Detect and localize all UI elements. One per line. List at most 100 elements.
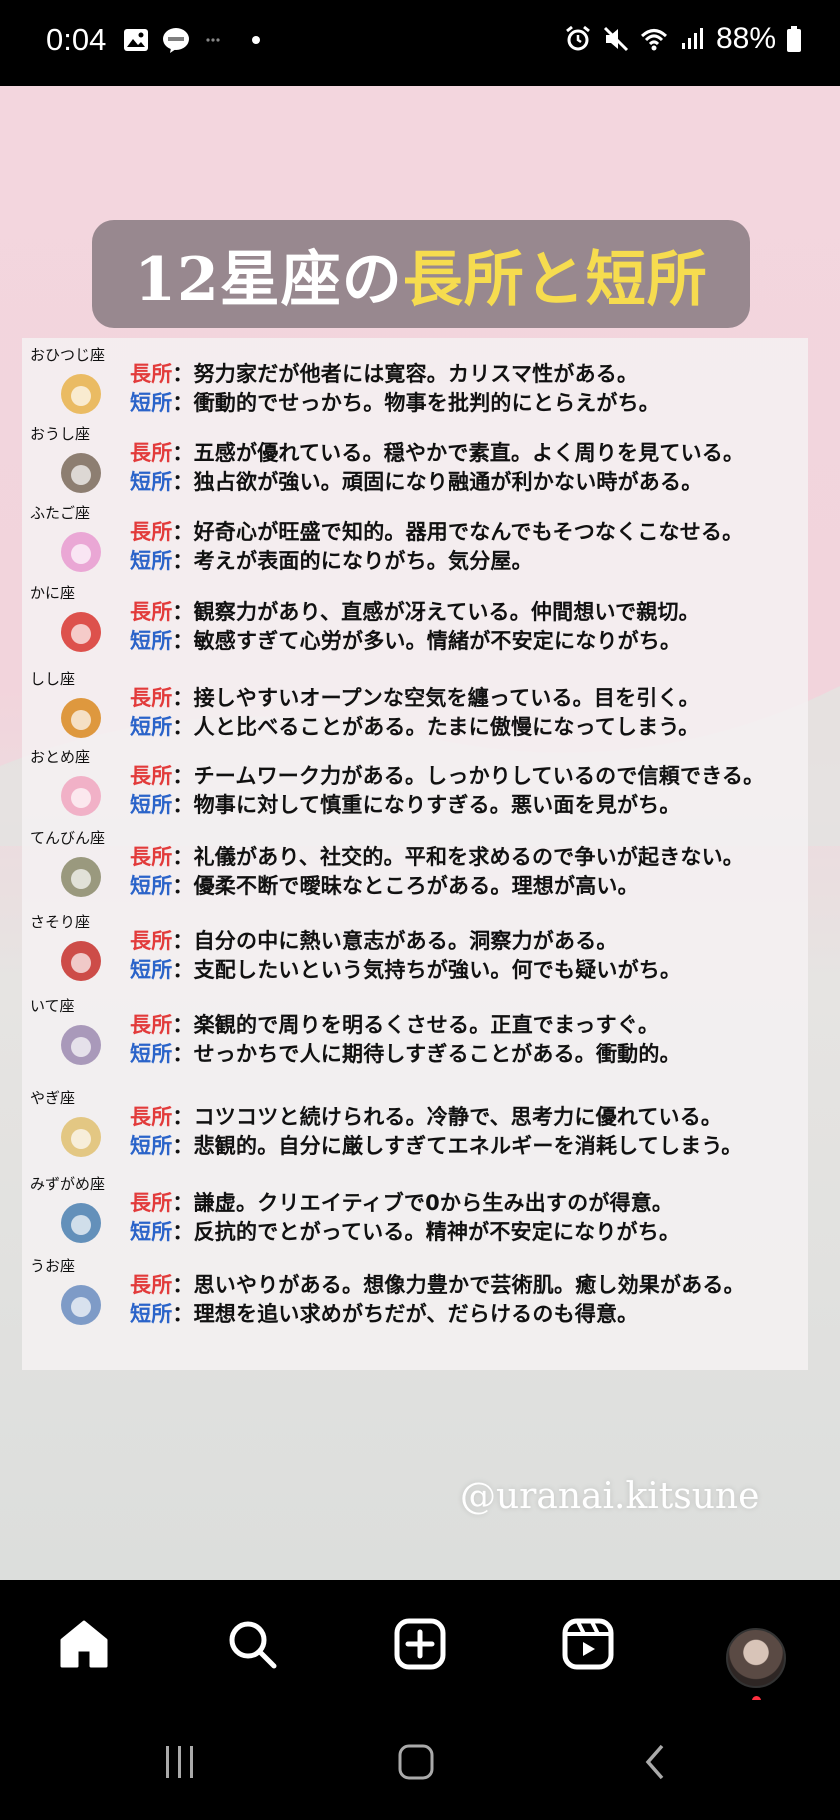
strength-label: 長所 — [130, 1013, 173, 1037]
zodiac-row: おうし座 長所：五感が優れている。穏やかで素直。よく周りを見ている。 短所：独占欲が… — [22, 423, 808, 505]
strength-line: 長所：努力家だが他者には寛容。カリスマ性がある。 — [130, 358, 638, 388]
status-bar: 0:04 88% — [0, 0, 840, 86]
weakness-line: 短所：独占欲が強い。頑固になり融通が利かない時がある。 — [130, 466, 702, 496]
watermark: @uranai.kitsune — [460, 1476, 760, 1517]
weakness-line: 短所：せっかちで人に期待しすぎることがある。衝動的。 — [130, 1038, 681, 1068]
strength-line: 長所：自分の中に熱い意志がある。洞察力がある。 — [130, 925, 618, 955]
home-button[interactable] — [396, 1742, 436, 1782]
dot-icon — [252, 36, 260, 44]
ram-icon — [61, 374, 101, 414]
strength-line: 長所：観察力があり、直感が冴えている。仲間想いで親切。 — [130, 596, 700, 626]
strength-text: ：観察力があり、直感が冴えている。仲間想いで親切。 — [172, 600, 700, 624]
weakness-text: ：理想を追い求めがちだが、だらけるのも得意。 — [172, 1302, 639, 1326]
strength-text: ：謙虚。クリエイティブで0から生み出すのが得意。 — [172, 1191, 674, 1215]
strength-label: 長所 — [130, 1105, 173, 1129]
weakness-label: 短所 — [130, 715, 173, 739]
weakness-text: ：衝動的でせっかち。物事を批判的にとらえがち。 — [172, 391, 661, 415]
weakness-label: 短所 — [130, 1302, 173, 1326]
zodiac-row: しし座 長所：接しやすいオープンな空気を纏っている。目を引く。 短所：人と比べること… — [22, 668, 808, 750]
strength-text: ：好奇心が旺盛で知的。器用でなんでもそつなくこなせる。 — [172, 520, 744, 544]
post-image[interactable]: 12星座の 長所と短所 おひつじ座 長所：努力家だが他者には寛容。カリスマ性がある。… — [0, 86, 840, 1580]
strength-text: ：思いやりがある。想像力豊かで芸術肌。癒し効果がある。 — [172, 1273, 745, 1297]
strength-text: ：礼儀があり、社交的。平和を求めるので争いが起きない。 — [172, 845, 744, 869]
scorpion-icon — [61, 941, 101, 981]
lion-icon — [61, 698, 101, 738]
zodiac-list: おひつじ座 長所：努力家だが他者には寛容。カリスマ性がある。 短所：衝動的でせっかち… — [22, 338, 808, 1370]
zodiac-row: おひつじ座 長所：努力家だが他者には寛容。カリスマ性がある。 短所：衝動的でせっかち… — [22, 344, 808, 426]
crab-icon — [61, 612, 101, 652]
twins-icon — [61, 532, 101, 572]
zodiac-row: いて座 長所：楽観的で周りを明るくさせる。正直でまっすぐ。 短所：せっかちで人に期待… — [22, 995, 808, 1077]
weakness-label: 短所 — [130, 793, 173, 817]
title-part-yellow: 長所と短所 — [402, 244, 708, 315]
gallery-icon — [124, 29, 148, 51]
create-icon — [394, 1618, 446, 1670]
weakness-label: 短所 — [130, 1134, 173, 1158]
strength-line: 長所：コツコツと続けられる。冷静で、思考力に優れている。 — [130, 1101, 722, 1131]
water-jar-icon — [61, 1203, 101, 1243]
weakness-label: 短所 — [130, 470, 173, 494]
mute-icon — [603, 26, 629, 52]
weakness-label: 短所 — [130, 391, 173, 415]
strength-label: 長所 — [130, 764, 173, 788]
fish-icon — [61, 1285, 101, 1325]
signal-icon — [681, 28, 703, 49]
weakness-line: 短所：物事に対して慎重になりすぎる。悪い面を見がち。 — [130, 789, 681, 819]
scales-icon — [61, 857, 101, 897]
strength-text: ：接しやすいオープンな空気を纏っている。目を引く。 — [172, 686, 700, 710]
zodiac-row: おとめ座 長所：チームワーク力がある。しっかりしているので信頼できる。 短所：物事に… — [22, 746, 808, 828]
zodiac-row: ふたご座 長所：好奇心が旺盛で知的。器用でなんでもそつなくこなせる。 短所：考えが表… — [22, 502, 808, 584]
weakness-line: 短所：敏感すぎて心労が多い。情緒が不安定になりがち。 — [130, 625, 681, 655]
zodiac-row: てんびん座 長所：礼儀があり、社交的。平和を求めるので争いが起きない。 短所：優柔不… — [22, 827, 808, 909]
strength-text: ：五感が優れている。穏やかで素直。よく周りを見ている。 — [172, 441, 745, 465]
weakness-line: 短所：考えが表面的になりがち。気分屋。 — [130, 545, 533, 575]
reels-icon — [562, 1618, 614, 1670]
strength-line: 長所：思いやりがある。想像力豊かで芸術肌。癒し効果がある。 — [130, 1269, 745, 1299]
zodiac-row: みずがめ座 長所：謙虚。クリエイティブで0から生み出すのが得意。 短所：反抗的でとが… — [22, 1173, 808, 1255]
zodiac-row: やぎ座 長所：コツコツと続けられる。冷静で、思考力に優れている。 短所：悲観的。自分… — [22, 1087, 808, 1169]
strength-label: 長所 — [130, 441, 173, 465]
strength-label: 長所 — [130, 362, 173, 386]
system-nav — [0, 1700, 840, 1820]
strength-label: 長所 — [130, 845, 173, 869]
nav-home[interactable] — [54, 1614, 114, 1674]
weakness-text: ：敏感すぎて心労が多い。情緒が不安定になりがち。 — [172, 629, 682, 653]
weakness-label: 短所 — [130, 874, 173, 898]
strength-label: 長所 — [130, 1273, 173, 1297]
strength-label: 長所 — [130, 1191, 173, 1215]
strength-label: 長所 — [130, 686, 173, 710]
zodiac-row: うお座 長所：思いやりがある。想像力豊かで芸術肌。癒し効果がある。 短所：理想を追い… — [22, 1255, 808, 1337]
post-title: 12星座の 長所と短所 — [92, 220, 750, 328]
bow-icon — [61, 1025, 101, 1065]
nav-reels[interactable] — [558, 1614, 618, 1674]
strength-text: ：自分の中に熱い意志がある。洞察力がある。 — [172, 929, 618, 953]
back-button[interactable] — [636, 1742, 676, 1782]
status-time: 0:04 — [46, 22, 107, 57]
strength-text: ：楽観的で周りを明るくさせる。正直でまっすぐ。 — [172, 1013, 660, 1037]
wifi-icon — [640, 29, 667, 51]
line-app-icon — [163, 28, 189, 53]
strength-line: 長所：五感が優れている。穏やかで素直。よく周りを見ている。 — [130, 437, 744, 467]
bottom-nav — [0, 1580, 840, 1705]
profile-avatar[interactable] — [726, 1628, 786, 1688]
weakness-text: ：物事に対して慎重になりすぎる。悪い面を見がち。 — [172, 793, 681, 817]
weakness-line: 短所：反抗的でとがっている。精神が不安定になりがち。 — [130, 1216, 680, 1246]
nav-search[interactable] — [222, 1614, 282, 1674]
recent-apps-button[interactable] — [160, 1742, 200, 1782]
strength-line: 長所：礼儀があり、社交的。平和を求めるので争いが起きない。 — [130, 841, 744, 871]
weakness-line: 短所：支配したいという気持ちが強い。何でも疑いがち。 — [130, 954, 681, 984]
weakness-text: ：独占欲が強い。頑固になり融通が利かない時がある。 — [172, 470, 703, 494]
weakness-label: 短所 — [130, 549, 173, 573]
weakness-text: ：せっかちで人に期待しすぎることがある。衝動的。 — [172, 1042, 681, 1066]
weakness-line: 短所：優柔不断で曖昧なところがある。理想が高い。 — [130, 870, 639, 900]
strength-line: 長所：楽観的で周りを明るくさせる。正直でまっすぐ。 — [130, 1009, 659, 1039]
weakness-label: 短所 — [130, 1220, 173, 1244]
weakness-label: 短所 — [130, 629, 173, 653]
nav-create[interactable] — [390, 1614, 450, 1674]
battery-percent: 88% — [715, 22, 776, 55]
weakness-text: ：支配したいという気持ちが強い。何でも疑いがち。 — [172, 958, 682, 982]
weakness-text: ：考えが表面的になりがち。気分屋。 — [172, 549, 533, 573]
zodiac-row: さそり座 長所：自分の中に熱い意志がある。洞察力がある。 短所：支配したいという気持… — [22, 911, 808, 993]
zodiac-row: かに座 長所：観察力があり、直感が冴えている。仲間想いで親切。 短所：敏感すぎて心労… — [22, 582, 808, 664]
strength-line: 長所：接しやすいオープンな空気を纏っている。目を引く。 — [130, 682, 700, 712]
